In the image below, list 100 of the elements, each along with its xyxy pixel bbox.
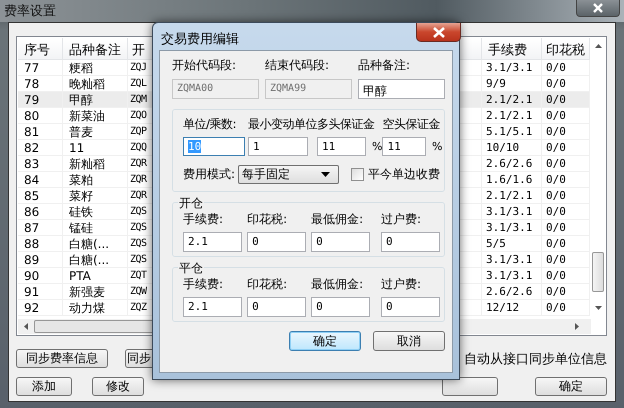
button[interactable]	[442, 376, 498, 396]
table-cell: 77	[18, 60, 63, 76]
table-cell: 2.1/2.1	[482, 188, 542, 204]
table-cell: 白糖(...	[63, 236, 128, 252]
table-cell: 2.1/2.1	[482, 108, 542, 124]
field-label: 结束代码段:	[265, 57, 330, 74]
table-cell: 11	[63, 140, 128, 156]
scroll-thumb[interactable]	[592, 252, 604, 292]
table-cell: 3.1/3.1	[482, 204, 542, 220]
table-cell: 89	[18, 252, 63, 268]
table-cell: 10/10	[482, 140, 542, 156]
table-cell: 3.1/3.1	[482, 252, 542, 268]
table-cell: 0/0	[542, 140, 590, 156]
table-cell: 82	[18, 140, 63, 156]
table-cell: 2.6/2.6	[482, 156, 542, 172]
table-cell: 2.6/2.6	[482, 284, 542, 300]
table-cell: 锰硅	[63, 220, 128, 236]
percent-sign: %	[372, 140, 382, 153]
table-cell: 88	[18, 236, 63, 252]
button[interactable]: 确定	[535, 376, 607, 396]
table-cell: 86	[18, 204, 63, 220]
table-cell: 0/0	[542, 124, 590, 140]
table-cell: 0/0	[542, 268, 590, 284]
left-arrow-icon[interactable]	[24, 323, 28, 330]
field-label: 品种备注:	[358, 57, 412, 74]
button[interactable]: 取消	[373, 331, 445, 351]
table-cell: 3.1/3.1	[482, 60, 542, 76]
table-cell: 0/0	[542, 156, 590, 172]
table-cell: 新籼稻	[63, 156, 128, 172]
table-cell: 83	[18, 156, 63, 172]
close-icon	[432, 26, 446, 38]
table-cell: 5.1/5.1	[482, 124, 542, 140]
right-arrow-icon[interactable]	[575, 323, 579, 330]
column-header[interactable]: 品种备注	[63, 38, 128, 60]
table-cell: 菜籽	[63, 188, 128, 204]
table-cell: 0/0	[542, 108, 590, 124]
table-cell: 84	[18, 172, 63, 188]
input-field[interactable]: 2.1	[183, 297, 242, 317]
table-cell: 87	[18, 220, 63, 236]
button[interactable]: 添加	[16, 376, 72, 396]
sync-button[interactable]: 同步费率信息	[16, 349, 108, 368]
input-field[interactable]: 0	[381, 232, 440, 252]
column-header[interactable]: 印花税	[542, 38, 590, 60]
up-arrow-icon[interactable]	[594, 44, 602, 48]
table-cell: 91	[18, 284, 63, 300]
table-cell: 0/0	[542, 188, 590, 204]
table-cell: 甲醇	[63, 92, 128, 108]
table-cell: 白糖(...	[63, 252, 128, 268]
table-cell: 菜粕	[63, 172, 128, 188]
table-cell: 0/0	[542, 236, 590, 252]
checkbox[interactable]	[351, 168, 364, 181]
close-button[interactable]	[416, 23, 461, 42]
table-cell: 79	[18, 92, 63, 108]
table-cell: 90	[18, 268, 63, 284]
fee-mode-dropdown[interactable]: 每手固定	[238, 165, 340, 184]
table-cell: 1.6/1.6	[482, 172, 542, 188]
table-cell: 动力煤	[63, 300, 128, 316]
table-cell: 85	[18, 188, 63, 204]
table-cell: 5/5	[482, 236, 542, 252]
close-button[interactable]	[576, 0, 620, 17]
group-title: 开仓	[178, 195, 204, 212]
table-cell: 3.1/3.1	[482, 220, 542, 236]
input-field[interactable]: 0	[247, 232, 306, 252]
input-field[interactable]: 11	[317, 137, 366, 156]
table-cell: 81	[18, 124, 63, 140]
table-cell: PTA	[63, 268, 128, 284]
percent-sign: %	[432, 140, 442, 153]
table-cell: 新菜油	[63, 108, 128, 124]
table-cell: 12/12	[482, 300, 542, 316]
table-cell: 80	[18, 108, 63, 124]
input-field[interactable]: 0	[381, 297, 440, 317]
checkbox-label: 自动从接口同步单位信息	[464, 350, 607, 368]
table-cell: 92	[18, 300, 63, 316]
table-cell: 新强麦	[63, 284, 128, 300]
button[interactable]: 修改	[92, 376, 144, 396]
table-cell: 0/0	[542, 220, 590, 236]
window-title: 费率设置	[3, 3, 56, 20]
table-cell: 硅铁	[63, 204, 128, 220]
button[interactable]: 确定	[289, 331, 361, 351]
column-header[interactable]: 手续费	[482, 38, 542, 60]
table-cell: 0/0	[542, 92, 590, 108]
table-cell: 0/0	[542, 252, 590, 268]
caret-icon	[321, 172, 330, 177]
input-field[interactable]: 2.1	[183, 232, 242, 252]
down-arrow-icon[interactable]	[594, 306, 602, 310]
input-field[interactable]: 0	[311, 232, 370, 252]
input-field[interactable]: 1	[248, 137, 308, 156]
input-field[interactable]: 甲醇	[358, 79, 445, 99]
input-field[interactable]: 0	[247, 297, 306, 317]
table-cell: 2.1/2.1	[482, 92, 542, 108]
table-cell: 普麦	[63, 124, 128, 140]
input-field[interactable]: 0	[311, 297, 370, 317]
column-header[interactable]: 序号	[18, 38, 63, 60]
dialog-title: 交易费用编辑	[160, 31, 239, 48]
input-field[interactable]: 11	[382, 137, 426, 156]
table-cell: 3.1/3.1	[482, 268, 542, 284]
table-cell: 0/0	[542, 172, 590, 188]
table-cell: 粳稻	[63, 60, 128, 76]
table-cell: 0/0	[542, 204, 590, 220]
field-label: 开始代码段:	[172, 57, 238, 74]
